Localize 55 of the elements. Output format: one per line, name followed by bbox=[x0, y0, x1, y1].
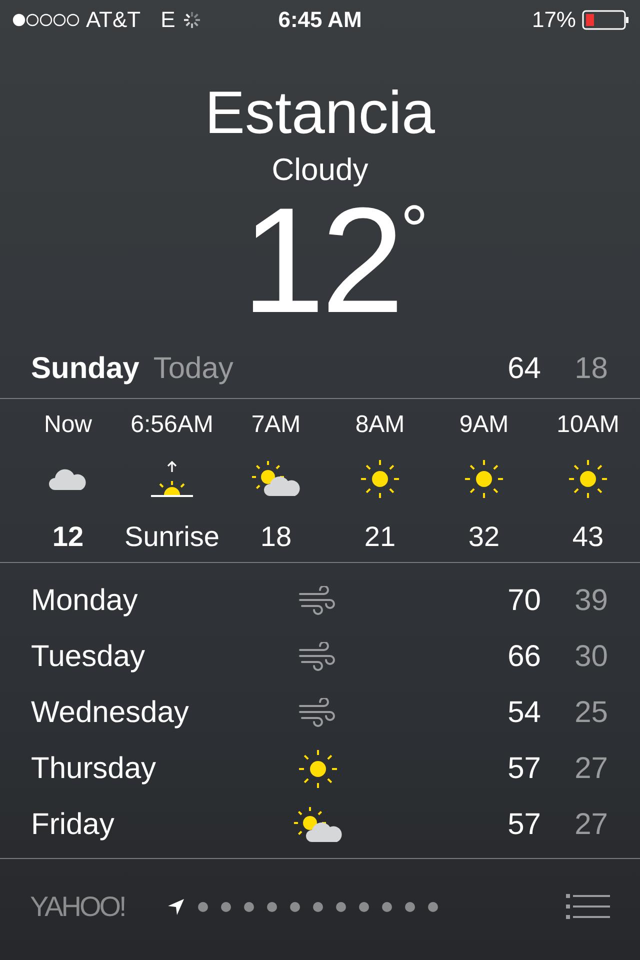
page-dot[interactable] bbox=[198, 902, 208, 912]
page-dot[interactable] bbox=[404, 902, 415, 912]
weather-condition: Cloudy bbox=[272, 151, 368, 189]
carrier-name: AT&T bbox=[86, 7, 141, 33]
low-temperature: 25 bbox=[574, 696, 608, 730]
high-temperature: 57 bbox=[506, 752, 541, 786]
page-dot[interactable] bbox=[382, 902, 392, 912]
hour-label: 6:56AM bbox=[130, 410, 214, 440]
hour-temperature: 18 bbox=[260, 521, 292, 553]
day-name: Thursday bbox=[31, 752, 158, 786]
low-temperature: 27 bbox=[574, 752, 608, 786]
low-temperature: 27 bbox=[574, 808, 608, 842]
hour-label: 10AM bbox=[556, 410, 620, 440]
list-icon[interactable] bbox=[566, 894, 610, 920]
hour-label: Now bbox=[44, 410, 92, 440]
hour-temperature: 12 bbox=[52, 521, 84, 553]
hour-temperature: Sunrise bbox=[124, 521, 220, 553]
current-temperature: 12 bbox=[242, 190, 400, 330]
hour-label: 7AM bbox=[251, 410, 301, 440]
hour-temperature: 32 bbox=[468, 521, 500, 553]
clock-time: 6:45 AM bbox=[278, 7, 362, 33]
day-name: Wednesday bbox=[31, 696, 190, 730]
day-name: Monday bbox=[31, 584, 139, 618]
today-label: Today bbox=[153, 352, 234, 386]
page-dot[interactable] bbox=[220, 902, 231, 912]
high-temperature: 57 bbox=[506, 808, 541, 842]
battery-icon bbox=[582, 10, 630, 30]
hour-temperature: 43 bbox=[572, 521, 604, 553]
degree-sign: ° bbox=[400, 190, 428, 270]
page-dot[interactable] bbox=[266, 902, 277, 912]
high-temperature: 54 bbox=[506, 696, 541, 730]
high-temperature: 64 bbox=[506, 352, 541, 386]
network-type: E bbox=[160, 7, 176, 33]
city-name: Estancia bbox=[204, 78, 436, 148]
page-dot[interactable] bbox=[290, 902, 300, 912]
day-name: Friday bbox=[31, 808, 116, 842]
day-name: Tuesday bbox=[31, 640, 146, 674]
page-dot[interactable] bbox=[428, 902, 438, 912]
high-temperature: 70 bbox=[506, 584, 541, 618]
high-temperature: 66 bbox=[506, 640, 541, 674]
page-dot[interactable] bbox=[358, 902, 369, 912]
location-arrow-icon[interactable] bbox=[166, 898, 185, 916]
low-temperature: 30 bbox=[574, 640, 608, 674]
page-dot[interactable] bbox=[244, 902, 254, 912]
hour-label: 8AM bbox=[355, 410, 405, 440]
hour-temperature: 21 bbox=[364, 521, 396, 553]
hour-label: 9AM bbox=[459, 410, 509, 440]
yahoo-logo: YAHOO! bbox=[30, 890, 125, 922]
page-dot[interactable] bbox=[336, 902, 346, 912]
page-dot[interactable] bbox=[312, 902, 323, 912]
signal-icon bbox=[12, 13, 80, 27]
battery-percent: 17% bbox=[532, 7, 576, 33]
low-temperature: 39 bbox=[574, 584, 608, 618]
low-temperature: 18 bbox=[574, 352, 608, 386]
today-day-name: Sunday bbox=[31, 352, 140, 386]
